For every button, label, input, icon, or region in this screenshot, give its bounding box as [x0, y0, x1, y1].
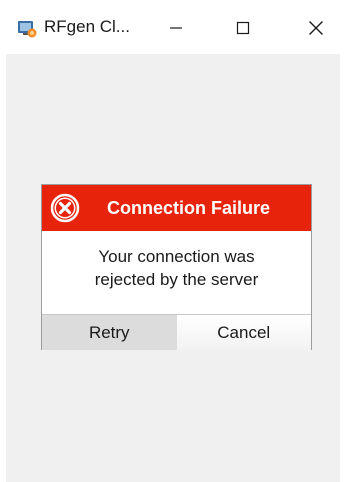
retry-button[interactable]: Retry — [42, 315, 177, 350]
rfgen-app-icon — [18, 21, 37, 38]
maximize-button[interactable] — [220, 8, 266, 48]
cancel-button[interactable]: Cancel — [176, 315, 311, 350]
client-area: Connection Failure Your connection was r… — [6, 54, 340, 482]
connection-failure-dialog: Connection Failure Your connection was r… — [41, 184, 312, 350]
maximize-icon — [236, 21, 250, 35]
error-icon — [50, 193, 80, 223]
message-line-1: Your connection was — [98, 247, 255, 266]
minimize-icon — [170, 27, 182, 29]
dialog-button-bar: Retry Cancel — [42, 314, 311, 350]
app-window: RFgen Cl... Connection Failure Your conn… — [0, 0, 346, 482]
close-button[interactable] — [293, 8, 339, 48]
message-line-2: rejected by the server — [94, 270, 259, 289]
window-title: RFgen Cl... — [44, 17, 130, 36]
dialog-title: Connection Failure — [107, 198, 271, 218]
title-bar[interactable]: RFgen Cl... — [0, 0, 346, 54]
minimize-button[interactable] — [153, 8, 199, 48]
dialog-message: Your connection was rejected by the serv… — [42, 245, 311, 291]
dialog-header: Connection Failure — [42, 185, 311, 231]
close-icon — [309, 21, 323, 35]
